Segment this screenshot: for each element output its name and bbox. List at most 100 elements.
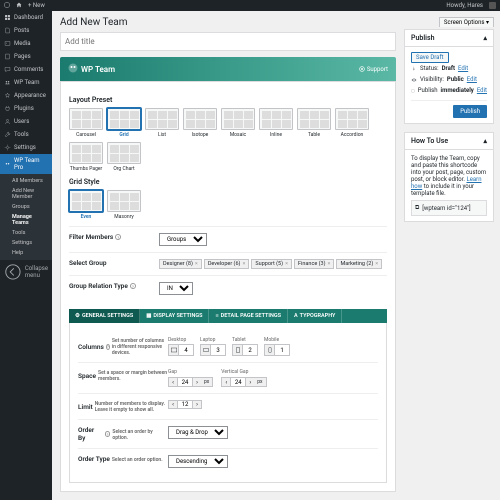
help-icon[interactable]: ? [130, 283, 136, 289]
chip[interactable]: Designer (8) × [159, 259, 202, 269]
brand-bar: WP Team Support [60, 57, 396, 81]
chip-remove-icon[interactable]: × [242, 261, 245, 267]
columns-label: Columns [78, 343, 104, 351]
menu-tools[interactable]: Tools [0, 128, 52, 141]
menu-posts[interactable]: Posts [0, 24, 52, 37]
tab-icon: ⚙ [75, 313, 80, 319]
home-icon[interactable] [16, 2, 22, 10]
menu-appearance[interactable]: Appearance [0, 89, 52, 102]
chip-remove-icon[interactable]: × [195, 261, 198, 267]
limit-input[interactable]: ‹› [168, 400, 202, 409]
column-laptop-input[interactable] [200, 344, 226, 356]
menu-settings[interactable]: Settings [0, 141, 52, 154]
toggle-icon[interactable]: ▴ [483, 34, 487, 42]
gap-input[interactable]: ‹›px [168, 377, 213, 387]
edit-status-link[interactable]: Edit [458, 65, 468, 72]
ordertype-label: Order Type [78, 455, 110, 463]
submenu-tools[interactable]: Tools [0, 228, 52, 238]
tab-typography[interactable]: A TYPOGRAPHY [288, 309, 342, 323]
submenu-add-new-member[interactable]: Add New Member [0, 186, 52, 202]
preset-mosaic[interactable]: Mosaic [221, 108, 255, 138]
preset-inline[interactable]: Inline [259, 108, 293, 138]
tab-general-settings[interactable]: ⚙ GENERAL SETTINGS [69, 309, 140, 323]
edit-visibility-link[interactable]: Edit [467, 76, 477, 83]
column-tablet-input[interactable] [232, 344, 258, 356]
tab-icon: ≡ [215, 313, 218, 319]
preset-org-chart[interactable]: Org Chart [107, 142, 141, 172]
submenu-help[interactable]: Help [0, 248, 52, 258]
menu-comments[interactable]: Comments [0, 63, 52, 76]
preset-accordion[interactable]: Accordion [335, 108, 369, 138]
orderby-select[interactable]: Drag & Drop [168, 426, 228, 439]
menu-wp-team[interactable]: WP Team [0, 76, 52, 89]
tab-icon: A [294, 313, 298, 319]
howdy-text[interactable]: Howdy, Hares [446, 2, 483, 9]
menu-pages[interactable]: Pages [0, 50, 52, 63]
orderby-label: Order By [78, 426, 103, 442]
preset-thumbs-pager[interactable]: Thumbs Pager [69, 142, 103, 172]
space-label: Space [78, 372, 96, 380]
menu-wp-team-pro[interactable]: WP Team Pro [0, 154, 52, 174]
menu-users[interactable]: Users [0, 115, 52, 128]
preset-table[interactable]: Table [297, 108, 331, 138]
chip[interactable]: Support (5) × [251, 259, 292, 269]
admin-sidebar: DashboardPostsMediaPagesCommentsWP TeamA… [0, 0, 52, 500]
tab-detail-page-settings[interactable]: ≡ DETAIL PAGE SETTINGS [209, 309, 288, 323]
calendar-icon [411, 88, 415, 94]
chip-remove-icon[interactable]: × [328, 261, 331, 267]
help-icon[interactable]: ? [105, 431, 111, 437]
preset-grid[interactable]: Grid [107, 108, 141, 138]
select-group-label: Select Group [69, 259, 106, 267]
vgap-input[interactable]: ‹›px [221, 377, 266, 387]
chip[interactable]: Developer (6) × [204, 259, 250, 269]
group-relation-label: Group Relation Type [69, 282, 128, 290]
toggle-icon[interactable]: ▴ [483, 137, 487, 145]
column-desktop-input[interactable] [168, 344, 194, 356]
column-mobile-input[interactable] [264, 344, 290, 356]
ordertype-select[interactable]: Descending [168, 455, 228, 468]
pin-icon [411, 66, 417, 72]
support-link[interactable]: Support [359, 66, 388, 73]
tab-display-settings[interactable]: ▦ DISPLAY SETTINGS [140, 309, 209, 323]
howto-metabox: How To Use▴ To display the Team, copy an… [404, 132, 494, 222]
help-icon[interactable]: ? [115, 234, 121, 240]
chip-remove-icon[interactable]: × [375, 261, 378, 267]
chip[interactable]: Finance (3) × [294, 259, 334, 269]
new-link[interactable]: + New [28, 2, 45, 9]
submenu-settings[interactable]: Settings [0, 238, 52, 248]
screen-options-button[interactable]: Screen Options ▾ [439, 17, 494, 27]
wp-logo-icon[interactable] [4, 2, 10, 10]
menu-dashboard[interactable]: Dashboard [0, 11, 52, 24]
publish-metabox: Publish▴ Save Draft Status: Draft Edit V… [404, 29, 494, 124]
menu-plugins[interactable]: Plugins [0, 102, 52, 115]
grid-style-label: Grid Style [69, 178, 387, 186]
limit-label: Limit [78, 403, 93, 411]
preset-carousel[interactable]: Carousel [69, 108, 103, 138]
chip[interactable]: Marketing (2) × [336, 259, 382, 269]
avatar[interactable] [489, 2, 496, 9]
eye-icon [411, 77, 417, 83]
edit-publish-link[interactable]: Edit [477, 87, 487, 94]
preset-isotope[interactable]: Isotope [183, 108, 217, 138]
publish-button[interactable]: Publish [453, 105, 487, 118]
copy-icon[interactable]: ⧉ [415, 204, 419, 212]
filter-members-label: Filter Members [69, 233, 113, 241]
shortcode-box[interactable]: ⧉[wpteam id="124"] [411, 200, 487, 216]
help-icon[interactable]: ? [106, 344, 110, 350]
menu-media[interactable]: Media [0, 37, 52, 50]
preset-list[interactable]: List [145, 108, 179, 138]
layout-preset-label: Layout Preset [69, 96, 387, 104]
chip-remove-icon[interactable]: × [285, 261, 288, 267]
submenu-groups[interactable]: Groups [0, 202, 52, 212]
save-draft-button[interactable]: Save Draft [411, 52, 449, 63]
preset-masonry[interactable]: Masonry [107, 190, 141, 220]
collapse-menu[interactable]: Collapse menu [0, 260, 52, 284]
preset-even[interactable]: Even [69, 190, 103, 220]
filter-members-select[interactable]: Groups [159, 233, 207, 246]
submenu-all-members[interactable]: All Members [0, 176, 52, 186]
wpteam-logo-icon [68, 63, 78, 75]
title-input[interactable] [60, 32, 396, 51]
submenu-manage-teams[interactable]: Manage Teams [0, 212, 52, 228]
group-relation-select[interactable]: IN [159, 282, 193, 295]
page-title: Add New Team [60, 17, 396, 28]
